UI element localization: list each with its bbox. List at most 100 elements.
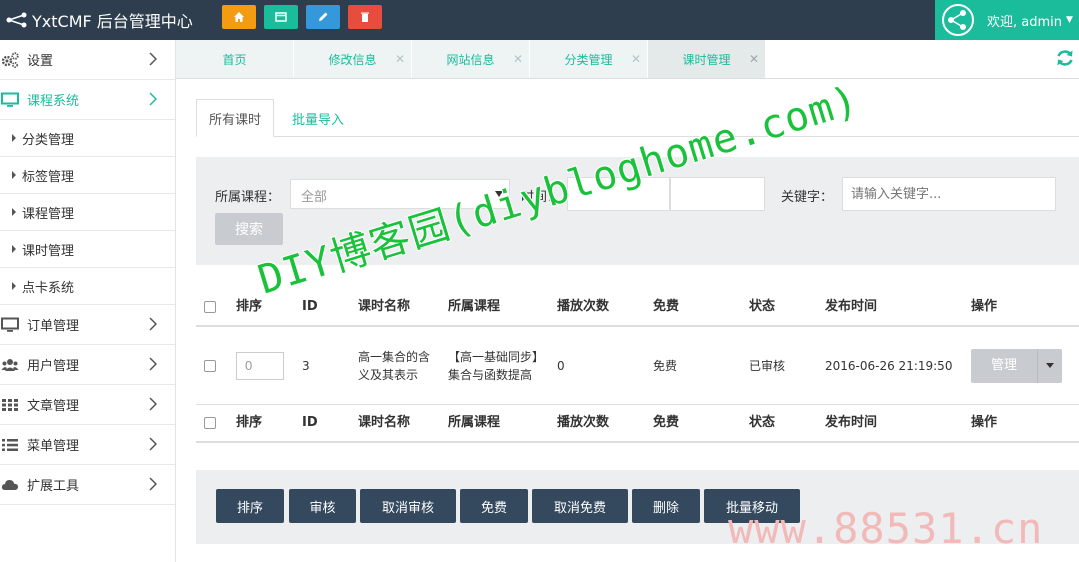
tab-label: 修改信息: [328, 52, 377, 67]
caret-right-icon: [12, 282, 16, 290]
sidebar-item-menus[interactable]: 菜单管理: [0, 425, 175, 465]
brand-title: YxtCMF 后台管理中心: [32, 12, 193, 31]
chevron-right-icon: [149, 52, 157, 66]
sidebar-subitem-category[interactable]: 分类管理: [0, 120, 175, 157]
row-status: 已审核: [749, 358, 786, 373]
col-actions: 操作: [971, 299, 998, 314]
caret-down-icon: [1046, 363, 1054, 368]
sidebar-item-settings[interactable]: 设置: [0, 40, 175, 80]
page-tabs: 首页 修改信息 ✕ 网站信息 ✕ 分类管理 ✕ 课时管理 ✕: [176, 40, 1079, 79]
monitor-icon: [0, 317, 20, 333]
sidebar-subitem-courses[interactable]: 课程管理: [0, 194, 175, 231]
users-icon: [0, 357, 20, 373]
delete-button[interactable]: 删除: [632, 489, 700, 523]
lessons-table: 排序 ID 课时名称 所属课程 播放次数 免费 状态 发布时间 操作 3 高一集…: [196, 289, 1079, 443]
col-free: 免费: [653, 415, 680, 430]
unapprove-button[interactable]: 取消审核: [360, 489, 456, 523]
row-free: 免费: [653, 358, 678, 373]
col-id[interactable]: ID: [302, 289, 318, 325]
sidebar-subitem-lessons[interactable]: 课时管理: [0, 231, 175, 268]
col-status: 状态: [749, 299, 776, 314]
sidebar-item-label: 课程系统: [27, 94, 80, 109]
table-row: 3 高一集合的含义及其表示 【高一基础同步】集合与函数提高 0 免费 已审核 2…: [196, 327, 1079, 405]
tab-label: 所有课时: [209, 112, 262, 128]
col-course: 所属课程: [448, 415, 501, 430]
tab-site-info[interactable]: 网站信息 ✕: [412, 40, 530, 78]
tab-label: 分类管理: [564, 52, 613, 67]
chevron-right-icon: [149, 317, 157, 331]
col-free: 免费: [653, 299, 680, 314]
gears-icon: [0, 51, 20, 68]
row-plays: 0: [557, 358, 565, 373]
sidebar-item-label: 菜单管理: [27, 439, 80, 454]
sidebar-subitem-tags[interactable]: 标签管理: [0, 157, 175, 194]
tab-home[interactable]: 首页: [176, 40, 294, 78]
sidebar-item-label: 扩展工具: [27, 479, 80, 494]
col-order[interactable]: 排序: [236, 405, 262, 441]
window-icon: [275, 12, 287, 22]
end-time-input[interactable]: [670, 177, 765, 211]
close-icon[interactable]: ✕: [631, 52, 641, 66]
sidebar-item-orders[interactable]: 订单管理: [0, 305, 175, 345]
sidebar-subitem-cards[interactable]: 点卡系统: [0, 268, 175, 305]
tab-category[interactable]: 分类管理 ✕: [530, 40, 648, 78]
col-order[interactable]: 排序: [236, 289, 262, 325]
approve-button[interactable]: 审核: [289, 489, 356, 523]
col-id[interactable]: ID: [302, 405, 318, 441]
close-icon[interactable]: ✕: [395, 52, 405, 66]
order-input[interactable]: [236, 351, 284, 380]
col-name: 课时名称: [358, 415, 411, 430]
select-all-checkbox[interactable]: [204, 417, 216, 429]
grid-icon: [0, 397, 20, 413]
table-header: 排序 ID 课时名称 所属课程 播放次数 免费 状态 发布时间 操作: [196, 289, 1079, 327]
home-button[interactable]: [222, 5, 256, 29]
tab-batch-import[interactable]: 批量导入: [280, 99, 356, 137]
sidebar-subitem-label: 课时管理: [22, 243, 75, 259]
top-bar: YxtCMF 后台管理中心 欢迎, admin ▼: [0, 0, 1079, 40]
sidebar-item-label: 文章管理: [27, 399, 80, 414]
tab-edit-info[interactable]: 修改信息 ✕: [294, 40, 412, 78]
col-time: 发布时间: [825, 415, 878, 430]
keyword-input[interactable]: [842, 177, 1056, 211]
delete-button[interactable]: [348, 5, 382, 29]
row-course: 【高一基础同步】集合与函数提高: [448, 349, 545, 382]
tab-label: 课时管理: [682, 52, 731, 67]
sidebar: 设置 课程系统 分类管理 标签管理 课程管理 课时管理 点卡系统 订单管理 用户…: [0, 40, 176, 562]
brand[interactable]: YxtCMF 后台管理中心: [6, 0, 193, 40]
sidebar-item-articles[interactable]: 文章管理: [0, 385, 175, 425]
close-icon[interactable]: ✕: [513, 52, 523, 66]
sidebar-subitem-label: 点卡系统: [22, 280, 75, 296]
caret-right-icon: [12, 208, 16, 216]
sidebar-subitem-label: 标签管理: [22, 169, 75, 185]
close-icon[interactable]: ✕: [749, 52, 759, 66]
manage-dropdown-toggle[interactable]: [1037, 348, 1062, 383]
set-free-button[interactable]: 免费: [460, 489, 528, 523]
tab-lessons[interactable]: 课时管理 ✕: [648, 40, 766, 78]
search-button[interactable]: 搜索: [215, 213, 283, 245]
course-select-value: 全部: [301, 190, 328, 205]
edit-button[interactable]: [306, 5, 340, 29]
sidebar-item-tools[interactable]: 扩展工具: [0, 465, 175, 505]
col-actions: 操作: [971, 415, 998, 430]
row-checkbox[interactable]: [204, 359, 216, 372]
user-menu[interactable]: 欢迎, admin ▼: [935, 0, 1079, 40]
sidebar-item-label: 订单管理: [27, 319, 80, 334]
manage-button-group: 管理: [971, 348, 1062, 383]
caret-down-icon: ▼: [1066, 15, 1073, 25]
manage-button[interactable]: 管理: [971, 348, 1037, 383]
share-icon: [6, 12, 27, 28]
watermark-corner: www.88531.cn: [728, 504, 1044, 553]
sidebar-item-courses[interactable]: 课程系统: [0, 80, 175, 120]
keyword-label: 关键字：: [781, 190, 834, 205]
select-all-checkbox[interactable]: [204, 301, 216, 313]
refresh-icon[interactable]: [1055, 48, 1075, 68]
col-plays: 播放次数: [557, 299, 610, 314]
sort-button[interactable]: 排序: [216, 489, 284, 523]
row-name: 高一集合的含义及其表示: [358, 349, 431, 382]
sidebar-item-label: 设置: [27, 54, 54, 69]
row-time: 2016-06-26 21:19:50: [825, 358, 953, 373]
unset-free-button[interactable]: 取消免费: [532, 489, 628, 523]
sidebar-item-users[interactable]: 用户管理: [0, 345, 175, 385]
window-button[interactable]: [264, 5, 298, 29]
tab-all-lessons[interactable]: 所有课时: [196, 99, 275, 137]
